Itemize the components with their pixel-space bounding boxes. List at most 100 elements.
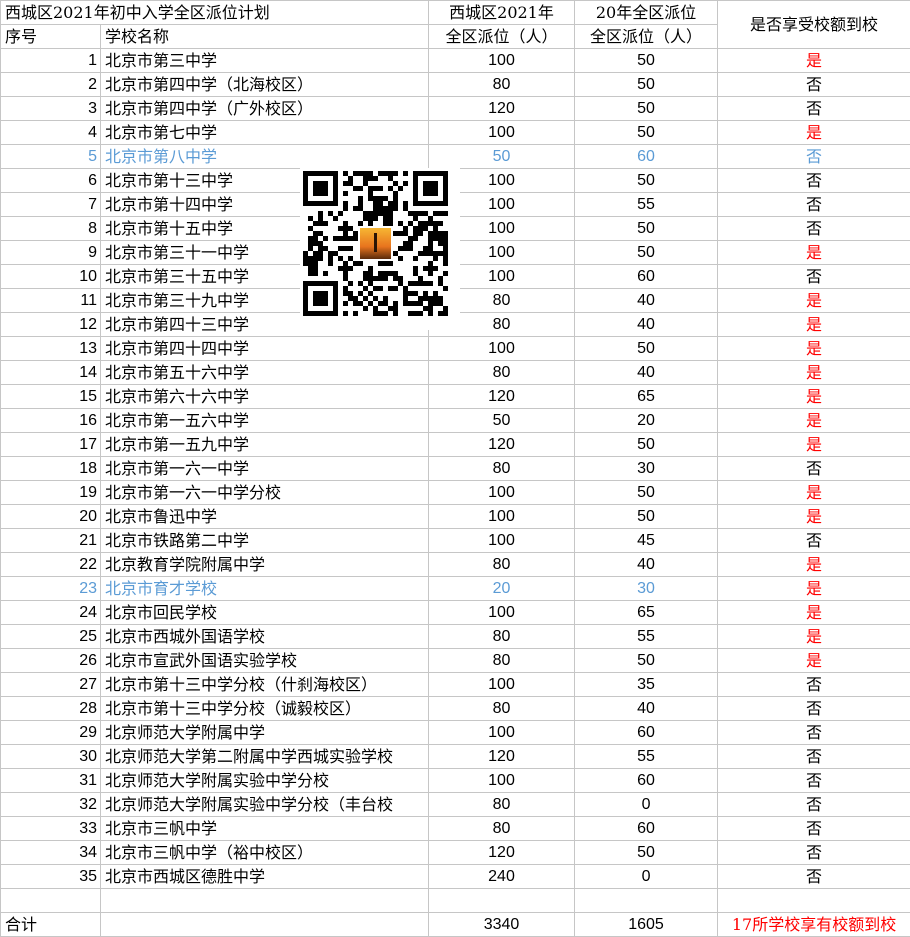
quota-flag-cell[interactable]: 是	[717, 504, 910, 529]
allocation-2020-cell[interactable]: 55	[574, 744, 719, 769]
row-index[interactable]: 23	[0, 576, 101, 601]
quota-flag-cell[interactable]: 是	[717, 120, 910, 145]
allocation-2020-cell[interactable]: 30	[574, 456, 719, 481]
quota-flag-cell[interactable]: 否	[717, 456, 910, 481]
allocation-2020-cell[interactable]: 40	[574, 312, 719, 337]
row-index[interactable]: 5	[0, 144, 101, 169]
quota-flag-cell[interactable]: 是	[717, 48, 910, 73]
allocation-2020-cell[interactable]: 40	[574, 696, 719, 721]
school-name-cell[interactable]: 北京师范大学附属实验中学分校	[99, 768, 430, 793]
total-2021[interactable]: 3340	[428, 912, 576, 937]
row-index[interactable]: 1	[0, 48, 101, 73]
school-name-cell[interactable]: 北京市鲁迅中学	[99, 504, 430, 529]
quota-flag-cell[interactable]: 否	[717, 168, 910, 193]
allocation-2021-cell[interactable]: 80	[428, 72, 576, 97]
quota-flag-cell[interactable]: 否	[717, 768, 910, 793]
quota-flag-cell[interactable]: 否	[717, 840, 910, 865]
quota-flag-cell[interactable]: 是	[717, 648, 910, 673]
allocation-2021-cell[interactable]: 240	[428, 864, 576, 889]
row-index[interactable]: 2	[0, 72, 101, 97]
allocation-2021-cell[interactable]: 50	[428, 408, 576, 433]
allocation-2020-cell[interactable]: 65	[574, 384, 719, 409]
allocation-2020-cell[interactable]: 60	[574, 720, 719, 745]
allocation-2021-cell[interactable]: 100	[428, 48, 576, 73]
row-index[interactable]: 18	[0, 456, 101, 481]
quota-flag-cell[interactable]: 是	[717, 288, 910, 313]
row-index[interactable]: 27	[0, 672, 101, 697]
quota-flag-cell[interactable]: 否	[717, 96, 910, 121]
allocation-2020-cell[interactable]: 50	[574, 96, 719, 121]
allocation-2020-cell[interactable]: 50	[574, 480, 719, 505]
school-name-cell[interactable]: 北京市第四十四中学	[99, 336, 430, 361]
total-2020[interactable]: 1605	[574, 912, 719, 937]
row-index[interactable]: 35	[0, 864, 101, 889]
allocation-2021-cell[interactable]: 80	[428, 552, 576, 577]
school-name-cell[interactable]: 北京市第一六一中学	[99, 456, 430, 481]
quota-flag-cell[interactable]: 否	[717, 144, 910, 169]
row-index[interactable]: 24	[0, 600, 101, 625]
school-name-cell[interactable]: 北京市三帆中学（裕中校区）	[99, 840, 430, 865]
quota-flag-cell[interactable]: 是	[717, 360, 910, 385]
allocation-2021-cell[interactable]: 80	[428, 624, 576, 649]
row-index[interactable]: 31	[0, 768, 101, 793]
sheet-title[interactable]: 西城区2021年初中入学全区派位计划	[0, 0, 430, 25]
quota-flag-cell[interactable]: 是	[717, 312, 910, 337]
row-index[interactable]: 28	[0, 696, 101, 721]
quota-flag-cell[interactable]: 是	[717, 408, 910, 433]
quota-flag-cell[interactable]: 是	[717, 336, 910, 361]
row-index[interactable]: 22	[0, 552, 101, 577]
allocation-2020-cell[interactable]: 40	[574, 288, 719, 313]
allocation-2021-cell[interactable]: 80	[428, 456, 576, 481]
school-name-cell[interactable]: 北京市第一五九中学	[99, 432, 430, 457]
header-school[interactable]: 学校名称	[99, 24, 430, 49]
allocation-2020-cell[interactable]: 60	[574, 144, 719, 169]
allocation-2020-cell[interactable]: 50	[574, 648, 719, 673]
quota-flag-cell[interactable]: 是	[717, 240, 910, 265]
allocation-2021-cell[interactable]: 100	[428, 768, 576, 793]
row-index[interactable]: 17	[0, 432, 101, 457]
quota-flag-cell[interactable]: 否	[717, 792, 910, 817]
header-index[interactable]: 序号	[0, 24, 101, 49]
allocation-2020-cell[interactable]: 50	[574, 72, 719, 97]
row-index[interactable]: 10	[0, 264, 101, 289]
allocation-2021-cell[interactable]: 80	[428, 792, 576, 817]
row-index[interactable]: 3	[0, 96, 101, 121]
school-name-cell[interactable]: 北京市第六十六中学	[99, 384, 430, 409]
school-name-cell[interactable]: 北京市第十三中学分校（什刹海校区）	[99, 672, 430, 697]
row-index[interactable]: 8	[0, 216, 101, 241]
school-name-cell[interactable]: 北京市第五十六中学	[99, 360, 430, 385]
quota-flag-cell[interactable]: 否	[717, 696, 910, 721]
allocation-2021-cell[interactable]: 100	[428, 504, 576, 529]
quota-flag-cell[interactable]: 否	[717, 672, 910, 697]
allocation-2021-cell[interactable]: 120	[428, 744, 576, 769]
empty-cell[interactable]	[428, 888, 576, 913]
school-name-cell[interactable]: 北京教育学院附属中学	[99, 552, 430, 577]
row-index[interactable]: 33	[0, 816, 101, 841]
quota-flag-cell[interactable]: 是	[717, 384, 910, 409]
quota-flag-cell[interactable]: 否	[717, 216, 910, 241]
row-index[interactable]: 21	[0, 528, 101, 553]
school-name-cell[interactable]: 北京师范大学附属实验中学分校（丰台校	[99, 792, 430, 817]
quota-flag-cell[interactable]: 否	[717, 744, 910, 769]
empty-cell[interactable]	[0, 888, 101, 913]
quota-flag-cell[interactable]: 否	[717, 72, 910, 97]
allocation-2021-cell[interactable]: 100	[428, 120, 576, 145]
allocation-2020-cell[interactable]: 40	[574, 360, 719, 385]
allocation-2021-cell[interactable]: 100	[428, 336, 576, 361]
allocation-2020-cell[interactable]: 50	[574, 48, 719, 73]
allocation-2021-cell[interactable]: 120	[428, 432, 576, 457]
empty-cell[interactable]	[574, 888, 719, 913]
quota-flag-cell[interactable]: 否	[717, 864, 910, 889]
row-index[interactable]: 30	[0, 744, 101, 769]
school-name-cell[interactable]: 北京市第三中学	[99, 48, 430, 73]
allocation-2021-cell[interactable]: 80	[428, 816, 576, 841]
quota-flag-cell[interactable]: 否	[717, 720, 910, 745]
quota-flag-cell[interactable]: 是	[717, 624, 910, 649]
allocation-2020-cell[interactable]: 50	[574, 504, 719, 529]
school-name-cell[interactable]: 北京市回民学校	[99, 600, 430, 625]
allocation-2021-cell[interactable]: 100	[428, 720, 576, 745]
allocation-2020-cell[interactable]: 20	[574, 408, 719, 433]
allocation-2020-cell[interactable]: 50	[574, 216, 719, 241]
header-2020-line2[interactable]: 全区派位（人）	[574, 24, 719, 49]
row-index[interactable]: 29	[0, 720, 101, 745]
